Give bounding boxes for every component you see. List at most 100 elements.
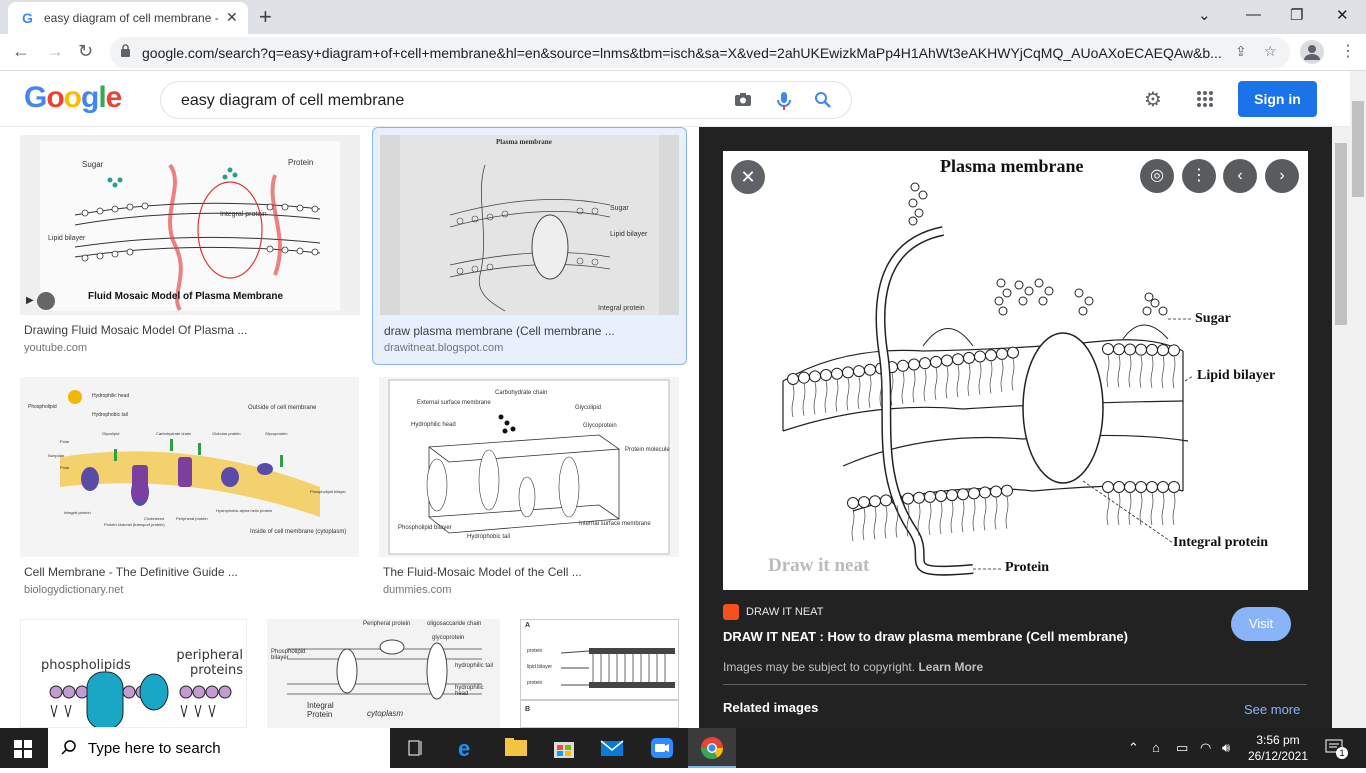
results-scrollbar-thumb[interactable]: [1335, 143, 1347, 325]
thumb-label: Hydrophobic tail: [92, 412, 128, 418]
thumb-label: Internal surface membrane: [579, 521, 651, 527]
thumb-label: A: [525, 622, 531, 629]
restore-icon[interactable]: ❐: [1290, 6, 1303, 24]
volume-icon[interactable]: 🔊︎: [1222, 740, 1230, 756]
preview-label: Lipid bilayer: [1197, 368, 1276, 383]
thumb-label: peripheral proteins: [176, 648, 243, 678]
result-card[interactable]: phospholipids peripheral proteins: [20, 619, 247, 728]
address-bar[interactable]: google.com/search?q=easy+diagram+of+cell…: [110, 37, 1290, 68]
page-scrollbar[interactable]: [1350, 71, 1366, 728]
search-input[interactable]: easy diagram of cell membrane: [181, 92, 404, 110]
file-explorer-icon[interactable]: [492, 728, 540, 768]
edge-icon[interactable]: e: [444, 728, 492, 768]
thumb-label: Plasma membrane: [496, 138, 552, 146]
google-logo[interactable]: Google: [24, 81, 122, 115]
copyright-notice: Images may be subject to copyright. Lear…: [723, 660, 983, 674]
thumb-label: Globular protein: [212, 431, 241, 436]
result-source[interactable]: youtube.com: [24, 342, 87, 354]
result-title[interactable]: The Fluid-Mosaic Model of the Cell ...: [383, 565, 582, 579]
thumb-label: protein: [527, 648, 543, 654]
browser-tab[interactable]: G easy diagram of cell membrane - ✕: [8, 2, 248, 34]
bookmark-star-icon[interactable]: ☆: [1264, 43, 1277, 60]
sign-in-button[interactable]: Sign in: [1238, 81, 1317, 117]
thumb-label: Glycolipid: [102, 431, 120, 436]
tab-search-icon[interactable]: ⌄: [1198, 6, 1211, 24]
result-source[interactable]: dummies.com: [383, 584, 451, 596]
preview-label: Protein: [1005, 560, 1050, 575]
taskbar-clock[interactable]: 3:56 pm 26/12/2021: [1246, 732, 1310, 764]
page-scrollbar-thumb[interactable]: [1352, 101, 1364, 197]
result-thumbnail: Peripheral protein oligosaccaride chain …: [267, 619, 500, 728]
learn-more-link[interactable]: Learn More: [918, 660, 983, 674]
result-card-selected[interactable]: Plasma membrane Sugar Lipid bilayer Inte…: [372, 127, 687, 365]
result-card[interactable]: Peripheral protein oligosaccaride chain …: [267, 619, 500, 728]
task-view-icon[interactable]: [392, 728, 440, 768]
result-source[interactable]: drawitneat.blogspot.com: [384, 342, 503, 354]
lens-search-button[interactable]: ◎: [1140, 159, 1174, 193]
chrome-icon[interactable]: [688, 728, 736, 768]
search-box[interactable]: easy diagram of cell membrane: [160, 81, 852, 119]
preview-image[interactable]: Plasma membrane Sugar Lipid bilayer Inte…: [723, 151, 1308, 590]
next-image-button[interactable]: ›: [1265, 159, 1299, 193]
result-card[interactable]: Sugar Protein Integral protein Lipid bil…: [20, 135, 360, 360]
taskbar-search[interactable]: Type here to search: [48, 728, 390, 768]
apps-grid-icon[interactable]: [1196, 90, 1214, 108]
search-icon[interactable]: [813, 90, 833, 110]
voice-search-icon[interactable]: [774, 90, 794, 112]
plasma-membrane-thumb-drawing: [400, 135, 659, 315]
zoom-icon[interactable]: [638, 728, 686, 768]
previous-image-button[interactable]: ‹: [1223, 159, 1257, 193]
thumb-label: protein: [527, 680, 543, 686]
tab-close-icon[interactable]: ✕: [226, 9, 238, 26]
thumb-label: lipid bilayer: [527, 664, 553, 670]
wifi-icon[interactable]: ◠: [1200, 740, 1211, 756]
thumb-label: Hydrophilic head: [92, 393, 130, 399]
profile-avatar[interactable]: [1300, 40, 1324, 64]
close-preview-button[interactable]: ✕: [731, 160, 765, 194]
forward-icon[interactable]: →: [46, 41, 64, 62]
result-card[interactable]: Hydrophilic head Phospholipid Hydrophobi…: [20, 377, 359, 602]
tray-chevron-icon[interactable]: ⌃: [1128, 740, 1139, 756]
thumb-label: Cholesterol: [144, 516, 165, 521]
close-window-icon[interactable]: ✕: [1336, 6, 1349, 24]
result-title[interactable]: draw plasma membrane (Cell membrane ...: [384, 324, 615, 338]
results-scrollbar[interactable]: [1332, 127, 1350, 728]
thumb-label: oligosaccaride chain: [427, 621, 482, 627]
browser-menu-icon[interactable]: ⋮: [1340, 41, 1356, 61]
see-more-link[interactable]: See more: [1244, 702, 1300, 717]
watermark: Draw it neat: [768, 555, 870, 576]
new-tab-icon[interactable]: +: [259, 4, 272, 30]
meet-now-icon[interactable]: ⌂: [1152, 740, 1160, 755]
more-options-button[interactable]: ⋮: [1182, 159, 1216, 193]
visit-button[interactable]: Visit: [1231, 607, 1291, 641]
svg-text:e: e: [458, 736, 470, 761]
preview-title[interactable]: DRAW IT NEAT : How to draw plasma membra…: [723, 629, 1128, 644]
camera-search-icon[interactable]: [733, 90, 753, 110]
thumb-label: Peripheral protein: [363, 621, 411, 627]
thumb-label: Integral protein: [64, 510, 91, 515]
thumb-label: Hydrophilic head: [411, 422, 456, 428]
thumb-label: Phospholipid: [28, 404, 57, 410]
notifications-icon[interactable]: 1: [1324, 738, 1348, 759]
battery-icon[interactable]: ▭: [1176, 740, 1188, 756]
lipid-bilayer-diagram: [521, 648, 678, 701]
copyright-text: Images may be subject to copyright.: [723, 660, 916, 674]
result-title[interactable]: Cell Membrane - The Definitive Guide ...: [24, 565, 238, 579]
thumb-label: Hydrophobic alpha helix protein: [216, 508, 273, 513]
thumb-label: hydrophilic tail: [455, 663, 494, 669]
store-icon[interactable]: [540, 728, 588, 768]
result-title[interactable]: Drawing Fluid Mosaic Model Of Plasma ...: [24, 323, 247, 337]
mail-icon[interactable]: [588, 728, 636, 768]
reload-icon[interactable]: ↻: [78, 41, 93, 62]
windows-start-icon[interactable]: [14, 740, 32, 758]
related-images-heading: Related images: [723, 700, 819, 715]
share-icon[interactable]: ⇪: [1235, 43, 1247, 60]
image-results: Sugar Protein Integral protein Lipid bil…: [0, 127, 700, 728]
result-card[interactable]: A protein lipid bilayer protein B: [520, 619, 679, 728]
back-icon[interactable]: ←: [12, 41, 30, 62]
settings-gear-icon[interactable]: ⚙: [1144, 87, 1162, 112]
minimize-icon[interactable]: —: [1246, 6, 1261, 23]
result-source[interactable]: biologydictionary.net: [24, 584, 123, 596]
site-name[interactable]: DRAW IT NEAT: [746, 606, 823, 618]
result-card[interactable]: Carbohydrate chain External surface memb…: [379, 377, 679, 602]
